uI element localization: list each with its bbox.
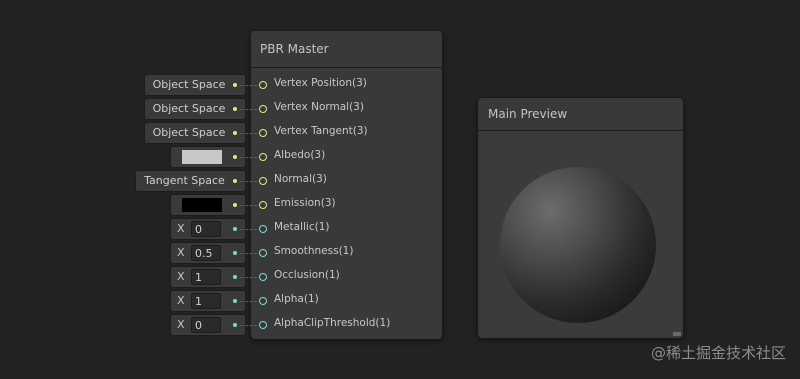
port-label: Vertex Position(3) — [274, 77, 367, 89]
port-alpha[interactable]: Alpha(1) — [251, 290, 442, 314]
port-metallic[interactable]: Metallic(1) — [251, 218, 442, 242]
albedo-color-swatch[interactable] — [182, 150, 222, 164]
port-slot-icon[interactable] — [259, 249, 267, 257]
metallic-input[interactable]: X 0 — [171, 219, 245, 239]
connection-wire — [240, 181, 257, 182]
axis-label: X — [177, 246, 185, 259]
port-vertex-normal[interactable]: Vertex Normal(3) — [251, 98, 442, 122]
connector-dot-icon — [233, 131, 237, 135]
port-label: AlphaClipThreshold(1) — [274, 317, 391, 329]
connector-dot-icon — [233, 203, 237, 207]
port-label: Vertex Normal(3) — [274, 101, 364, 113]
watermark: @稀土掘金技术社区 — [650, 344, 786, 362]
smoothness-input[interactable]: X 0.5 — [171, 243, 245, 263]
port-slot-icon[interactable] — [259, 225, 267, 233]
vertex-normal-space-dropdown[interactable]: Object Space — [145, 99, 245, 119]
port-slot-icon[interactable] — [259, 297, 267, 305]
occlusion-input[interactable]: X 1 — [171, 267, 245, 287]
node-title: PBR Master — [251, 31, 442, 68]
metallic-value-field[interactable]: 0 — [191, 221, 221, 237]
emission-color-swatch[interactable] — [182, 198, 222, 212]
dropdown-value: Object Space — [152, 78, 226, 91]
connection-wire — [240, 205, 257, 206]
dropdown-value: Tangent Space — [144, 174, 225, 187]
connector-dot-icon — [233, 83, 237, 87]
connector-dot-icon — [233, 299, 237, 303]
connector-dot-icon — [233, 323, 237, 327]
connector-dot-icon — [233, 227, 237, 231]
connection-wire — [240, 85, 257, 86]
port-slot-icon[interactable] — [259, 321, 267, 329]
connector-dot-icon — [233, 155, 237, 159]
port-vertex-tangent[interactable]: Vertex Tangent(3) — [251, 122, 442, 146]
alpha-input[interactable]: X 1 — [171, 291, 245, 311]
alpha-clip-threshold-input[interactable]: X 0 — [171, 315, 245, 335]
connection-wire — [240, 109, 257, 110]
port-normal[interactable]: Normal(3) — [251, 170, 442, 194]
port-occlusion[interactable]: Occlusion(1) — [251, 266, 442, 290]
connection-wire — [240, 133, 257, 134]
connection-wire — [240, 277, 257, 278]
preview-sphere — [500, 167, 656, 323]
port-slot-icon[interactable] — [259, 177, 267, 185]
connection-wire — [240, 157, 257, 158]
axis-label: X — [177, 270, 185, 283]
pbr-master-node[interactable]: PBR Master Vertex Position(3) Vertex Nor… — [251, 31, 442, 339]
axis-label: X — [177, 222, 185, 235]
vertex-position-space-dropdown[interactable]: Object Space — [145, 75, 245, 95]
port-albedo[interactable]: Albedo(3) — [251, 146, 442, 170]
port-vertex-position[interactable]: Vertex Position(3) — [251, 74, 442, 98]
port-label: Normal(3) — [274, 173, 327, 185]
port-label: Metallic(1) — [274, 221, 330, 233]
main-preview-panel[interactable]: Main Preview — [478, 98, 683, 338]
port-slot-icon[interactable] — [259, 129, 267, 137]
occlusion-value-field[interactable]: 1 — [191, 269, 221, 285]
vertex-tangent-space-dropdown[interactable]: Object Space — [145, 123, 245, 143]
port-label: Occlusion(1) — [274, 269, 340, 281]
port-label: Smoothness(1) — [274, 245, 354, 257]
port-label: Albedo(3) — [274, 149, 326, 161]
axis-label: X — [177, 318, 185, 331]
dropdown-value: Object Space — [152, 102, 226, 115]
connector-dot-icon — [233, 275, 237, 279]
connection-wire — [240, 229, 257, 230]
dropdown-value: Object Space — [152, 126, 226, 139]
connector-dot-icon — [233, 179, 237, 183]
axis-label: X — [177, 294, 185, 307]
connection-wire — [240, 325, 257, 326]
normal-space-dropdown[interactable]: Tangent Space — [136, 171, 245, 191]
smoothness-value-field[interactable]: 0.5 — [191, 245, 221, 261]
alpha-value-field[interactable]: 1 — [191, 293, 221, 309]
preview-title: Main Preview — [478, 98, 683, 131]
alpha-clip-threshold-value-field[interactable]: 0 — [191, 317, 221, 333]
preview-viewport[interactable] — [480, 132, 681, 336]
port-emission[interactable]: Emission(3) — [251, 194, 442, 218]
connection-wire — [240, 301, 257, 302]
connector-dot-icon — [233, 251, 237, 255]
connector-dot-icon — [233, 107, 237, 111]
resize-handle[interactable] — [673, 332, 681, 336]
port-smoothness[interactable]: Smoothness(1) — [251, 242, 442, 266]
albedo-color-field[interactable] — [171, 147, 245, 167]
port-slot-icon[interactable] — [259, 201, 267, 209]
port-slot-icon[interactable] — [259, 105, 267, 113]
port-slot-icon[interactable] — [259, 273, 267, 281]
port-slot-icon[interactable] — [259, 153, 267, 161]
port-label: Emission(3) — [274, 197, 336, 209]
emission-color-field[interactable] — [171, 195, 245, 215]
port-slot-icon[interactable] — [259, 81, 267, 89]
connection-wire — [240, 253, 257, 254]
port-alpha-clip-threshold[interactable]: AlphaClipThreshold(1) — [251, 314, 442, 338]
port-label: Alpha(1) — [274, 293, 319, 305]
port-label: Vertex Tangent(3) — [274, 125, 368, 137]
